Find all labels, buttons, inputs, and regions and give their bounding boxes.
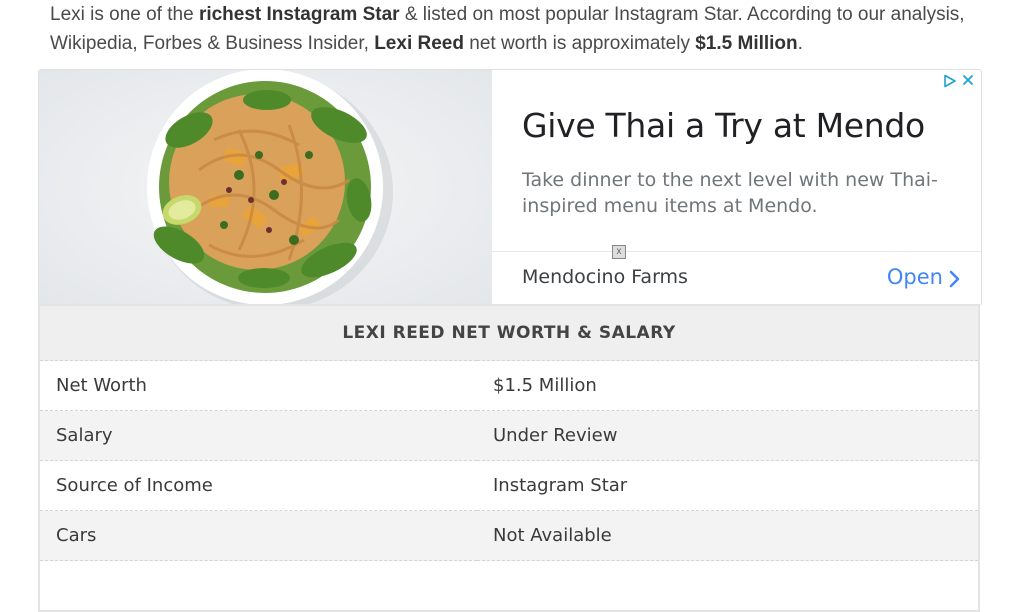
ad-description[interactable]: Take dinner to the next level with new T… <box>522 167 952 219</box>
ad-open-button[interactable]: Open <box>887 265 943 289</box>
table-row: Salary Under Review <box>39 410 979 461</box>
row-label: Cars <box>39 510 477 561</box>
row-value: Not Available <box>477 510 979 561</box>
row-label: Salary <box>39 410 477 461</box>
table-row: Source of Income Instagram Star <box>39 460 979 511</box>
table-row <box>39 560 979 611</box>
adchoices-icon[interactable] <box>943 74 957 88</box>
intro-text: . <box>797 33 803 54</box>
table-row: Cars Not Available <box>39 510 979 561</box>
intro-bold-networth: $1.5 Million <box>695 33 798 54</box>
intro-paragraph: Lexi is one of the richest Instagram Sta… <box>50 0 990 58</box>
row-value: Instagram Star <box>477 460 979 511</box>
ad-advertiser-name[interactable]: Mendocino Farms <box>522 266 688 288</box>
table-row: Net Worth $1.5 Million <box>39 360 979 411</box>
ad-mini-close-icon[interactable]: x <box>612 245 626 259</box>
table-title: LEXI REED NET WORTH & SALARY <box>39 305 979 361</box>
row-value: Under Review <box>477 410 979 461</box>
row-label <box>39 560 477 611</box>
row-label: Source of Income <box>39 460 477 511</box>
intro-bold-name: Lexi Reed <box>374 33 464 54</box>
row-value: $1.5 Million <box>477 360 979 411</box>
close-icon[interactable] <box>961 73 975 87</box>
advertisement[interactable]: Give Thai a Try at Mendo Take dinner to … <box>38 69 982 306</box>
intro-text: Lexi is one of the <box>50 4 199 25</box>
intro-bold-richest: richest Instagram Star <box>198 4 400 25</box>
net-worth-table: LEXI REED NET WORTH & SALARY Net Worth $… <box>38 304 980 612</box>
ad-divider <box>492 251 981 252</box>
ad-content[interactable]: Give Thai a Try at Mendo Take dinner to … <box>492 70 981 305</box>
ad-food-image[interactable] <box>39 70 492 305</box>
salad-bowl-image <box>39 70 492 305</box>
ad-headline[interactable]: Give Thai a Try at Mendo <box>522 106 925 145</box>
row-label: Net Worth <box>39 360 477 411</box>
intro-text: net worth is approximately <box>463 33 696 54</box>
chevron-right-icon[interactable] <box>945 267 965 291</box>
row-value <box>477 560 979 611</box>
